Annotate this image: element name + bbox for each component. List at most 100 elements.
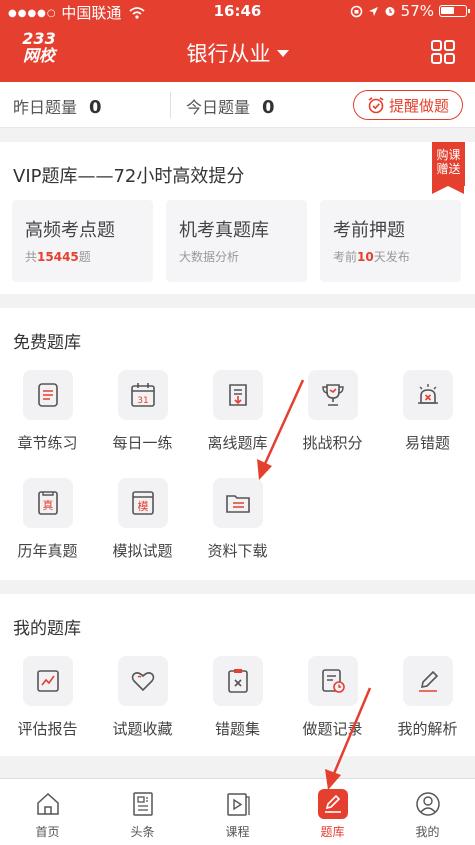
- my-item-wrong-set[interactable]: 错题集: [190, 656, 285, 739]
- alarm-status-icon: [385, 7, 395, 16]
- tab-label: 头条: [130, 825, 155, 839]
- folder-icon: [212, 478, 263, 528]
- stats-row: 昨日题量 0 今日题量 0 提醒做题: [0, 82, 475, 128]
- list-doc-icon: [22, 370, 73, 420]
- vip-card-computer-exam[interactable]: 机考真题库 大数据分析: [166, 200, 307, 282]
- tab-question-bank[interactable]: 题库: [285, 789, 380, 840]
- yesterday-stat: 昨日题量 0: [13, 94, 102, 118]
- free-item-mock[interactable]: 模 模拟试题: [95, 478, 190, 561]
- purchase-gift-ribbon[interactable]: 购课 赠送: [432, 142, 465, 194]
- my-item-records[interactable]: 做题记录: [285, 656, 380, 739]
- card-sub-num: 10: [357, 250, 374, 264]
- item-label: 易错题: [404, 434, 450, 452]
- tab-mine[interactable]: 我的: [380, 789, 475, 840]
- today-stat: 今日题量 0: [186, 94, 275, 118]
- location-arrow-icon: [368, 6, 378, 16]
- lock-rotation-icon: [350, 5, 362, 17]
- tab-label: 题库: [320, 825, 345, 839]
- calendar-icon: 31: [117, 370, 168, 420]
- exam-selector[interactable]: 银行从业: [0, 38, 475, 68]
- today-value: 0: [262, 97, 275, 118]
- free-bank-title: 免费题库: [13, 333, 81, 353]
- item-label: 试题收藏: [112, 720, 173, 738]
- alarm-icon: [402, 370, 453, 420]
- status-bar: ●●●●○ 中国联通 16:46 57%: [0, 0, 475, 22]
- free-item-challenge[interactable]: 挑战积分: [285, 370, 380, 453]
- card-subtitle: 共15445题: [25, 248, 91, 265]
- item-label: 挑战积分: [302, 434, 363, 452]
- item-label: 离线题库: [207, 434, 268, 452]
- today-label: 今日题量: [186, 98, 251, 117]
- heart-icon: [117, 656, 168, 706]
- status-right: 57%: [350, 2, 470, 20]
- tab-home[interactable]: 首页: [0, 789, 95, 840]
- remind-label: 提醒做题: [388, 96, 449, 115]
- card-sub-post: 天发布: [373, 250, 410, 264]
- item-label: 错题集: [214, 720, 260, 738]
- chevron-down-icon: [276, 50, 289, 57]
- free-item-download[interactable]: 资料下载: [190, 478, 285, 561]
- free-bank-section: 免费题库 章节练习 31 每日一练 离线题库 挑战积分 易错题 真 历年真题 模…: [0, 308, 475, 580]
- free-item-offline[interactable]: 离线题库: [190, 370, 285, 453]
- battery-fill: [441, 7, 454, 14]
- remind-button[interactable]: 提醒做题: [353, 90, 463, 120]
- question-bank-icon: [317, 789, 348, 819]
- free-item-daily[interactable]: 31 每日一练: [95, 370, 190, 453]
- card-subtitle: 大数据分析: [179, 248, 239, 265]
- mock-exam-icon: 模: [117, 478, 168, 528]
- tab-label: 课程: [225, 825, 250, 839]
- past-exam-icon: 真: [22, 478, 73, 528]
- offline-scroll-icon: [212, 370, 263, 420]
- card-title: 机考真题库: [179, 220, 269, 241]
- user-icon: [413, 789, 443, 819]
- my-item-analysis[interactable]: 我的解析: [380, 656, 475, 739]
- grid-menu-icon[interactable]: [431, 40, 455, 64]
- my-bank-section: 我的题库 评估报告 试题收藏 错题集 做题记录 我的解析: [0, 594, 475, 756]
- item-label: 模拟试题: [112, 542, 173, 560]
- ribbon-line1: 购课: [436, 148, 461, 162]
- past-exam-glyph: 真: [42, 498, 53, 512]
- card-sub-pre: 考前: [333, 250, 358, 264]
- item-label: 章节练习: [17, 434, 78, 452]
- card-sub-post: 题: [78, 250, 91, 264]
- battery-icon: [439, 5, 470, 17]
- my-item-favorites[interactable]: 试题收藏: [95, 656, 190, 739]
- vip-section: VIP题库——72小时高效提分 购课 赠送 高频考点题 共15445题 机考真题…: [0, 142, 475, 294]
- free-item-easy-wrong[interactable]: 易错题: [380, 370, 475, 453]
- alarm-clock-icon: [368, 97, 384, 114]
- tab-course[interactable]: 课程: [190, 789, 285, 840]
- bottom-tab-bar: 首页 头条 课程 题库 我的: [0, 778, 475, 845]
- calendar-day: 31: [137, 396, 148, 406]
- item-label: 评估报告: [17, 720, 78, 738]
- my-item-report[interactable]: 评估报告: [0, 656, 95, 739]
- play-course-icon: [223, 789, 253, 819]
- card-sub-pre: 共: [25, 250, 38, 264]
- item-label: 资料下载: [207, 542, 268, 560]
- tab-news[interactable]: 头条: [95, 789, 190, 840]
- trophy-icon: [307, 370, 358, 420]
- record-clock-icon: [307, 656, 358, 706]
- exam-title: 银行从业: [186, 42, 271, 66]
- free-item-chapter-practice[interactable]: 章节练习: [0, 370, 95, 453]
- card-title: 考前押题: [333, 220, 405, 241]
- tab-label: 我的: [415, 825, 440, 839]
- free-item-past-exams[interactable]: 真 历年真题: [0, 478, 95, 561]
- yesterday-label: 昨日题量: [13, 98, 78, 117]
- vip-title: VIP题库——72小时高效提分: [13, 166, 245, 187]
- wrong-clipboard-icon: [212, 656, 263, 706]
- edit-pen-icon: [402, 656, 453, 706]
- card-subtitle: 考前10天发布: [333, 248, 410, 265]
- tab-label: 首页: [35, 825, 60, 839]
- yesterday-value: 0: [89, 97, 102, 118]
- top-bar: ●●●●○ 中国联通 16:46 57% 233 网校 银行从业: [0, 0, 475, 82]
- home-icon: [33, 789, 63, 819]
- battery-percent: 57%: [400, 2, 434, 20]
- item-label: 我的解析: [397, 720, 458, 738]
- report-chart-icon: [22, 656, 73, 706]
- card-sub-num: 15445: [37, 250, 79, 264]
- item-label: 历年真题: [17, 542, 78, 560]
- card-sub-pre: 大数据分析: [179, 250, 240, 264]
- vip-card-pre-exam[interactable]: 考前押题 考前10天发布: [320, 200, 461, 282]
- item-label: 每日一练: [112, 434, 173, 452]
- vip-card-high-frequency[interactable]: 高频考点题 共15445题: [12, 200, 153, 282]
